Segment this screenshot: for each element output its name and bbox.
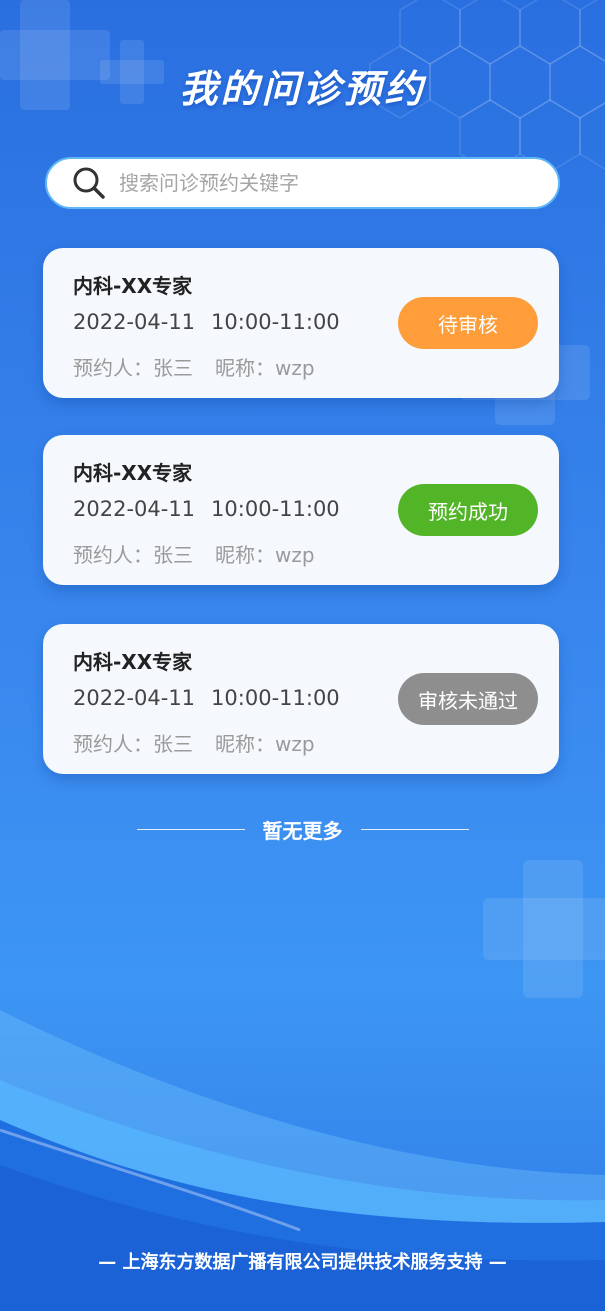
status-badge[interactable]: 审核未通过 xyxy=(398,673,538,725)
booker-label: 预约人： xyxy=(73,356,153,380)
appointment-card[interactable]: 内科-XX专家 2022-04-11 10:00-11:00 预约人：张三 昵称：w… xyxy=(43,624,559,774)
appointment-people: 预约人：张三 昵称：wzp xyxy=(73,728,315,757)
nickname-label: 昵称： xyxy=(215,732,275,756)
appointment-time: 10:00-11:00 xyxy=(211,686,340,710)
nickname-label: 昵称： xyxy=(215,356,275,380)
booker-name: 张三 xyxy=(153,356,193,380)
footer-credit: — 上海东方数据广播有限公司提供技术服务支持 — xyxy=(98,1252,507,1273)
divider-line-right xyxy=(360,828,469,830)
nickname-value: wzp xyxy=(275,356,315,380)
nickname-value: wzp xyxy=(275,543,315,567)
appointment-time: 10:00-11:00 xyxy=(211,497,340,521)
nickname-label: 昵称： xyxy=(215,543,275,567)
list-end-indicator: 暂无更多 xyxy=(0,814,605,844)
appointment-time: 10:00-11:00 xyxy=(211,310,340,334)
booker-name: 张三 xyxy=(153,732,193,756)
divider-line-left xyxy=(136,828,245,830)
appointment-date: 2022-04-11 xyxy=(73,310,196,334)
appointment-date: 2022-04-11 xyxy=(73,686,196,710)
nickname-value: wzp xyxy=(275,732,315,756)
appointment-datetime: 2022-04-11 10:00-11:00 xyxy=(73,310,340,334)
page-title: 我的问诊预约 xyxy=(179,67,426,111)
booker-name: 张三 xyxy=(153,543,193,567)
booker-label: 预约人： xyxy=(73,732,153,756)
no-more-text: 暂无更多 xyxy=(262,818,343,843)
search-bar[interactable] xyxy=(45,157,560,209)
appointment-card[interactable]: 内科-XX专家 2022-04-11 10:00-11:00 预约人：张三 昵称：w… xyxy=(43,435,559,585)
appointment-date: 2022-04-11 xyxy=(73,497,196,521)
doctor-name: 内科-XX专家 xyxy=(73,650,193,674)
status-badge[interactable]: 待审核 xyxy=(398,297,538,349)
doctor-name: 内科-XX专家 xyxy=(73,274,193,298)
appointment-card[interactable]: 内科-XX专家 2022-04-11 10:00-11:00 预约人：张三 昵称：w… xyxy=(43,248,559,398)
status-badge[interactable]: 预约成功 xyxy=(398,484,538,536)
search-input[interactable] xyxy=(117,170,541,196)
search-icon[interactable] xyxy=(69,163,109,203)
appointment-people: 预约人：张三 昵称：wzp xyxy=(73,352,315,381)
appointment-datetime: 2022-04-11 10:00-11:00 xyxy=(73,686,340,710)
appointment-people: 预约人：张三 昵称：wzp xyxy=(73,539,315,568)
doctor-name: 内科-XX专家 xyxy=(73,461,193,485)
booker-label: 预约人： xyxy=(73,543,153,567)
appointment-datetime: 2022-04-11 10:00-11:00 xyxy=(73,497,340,521)
